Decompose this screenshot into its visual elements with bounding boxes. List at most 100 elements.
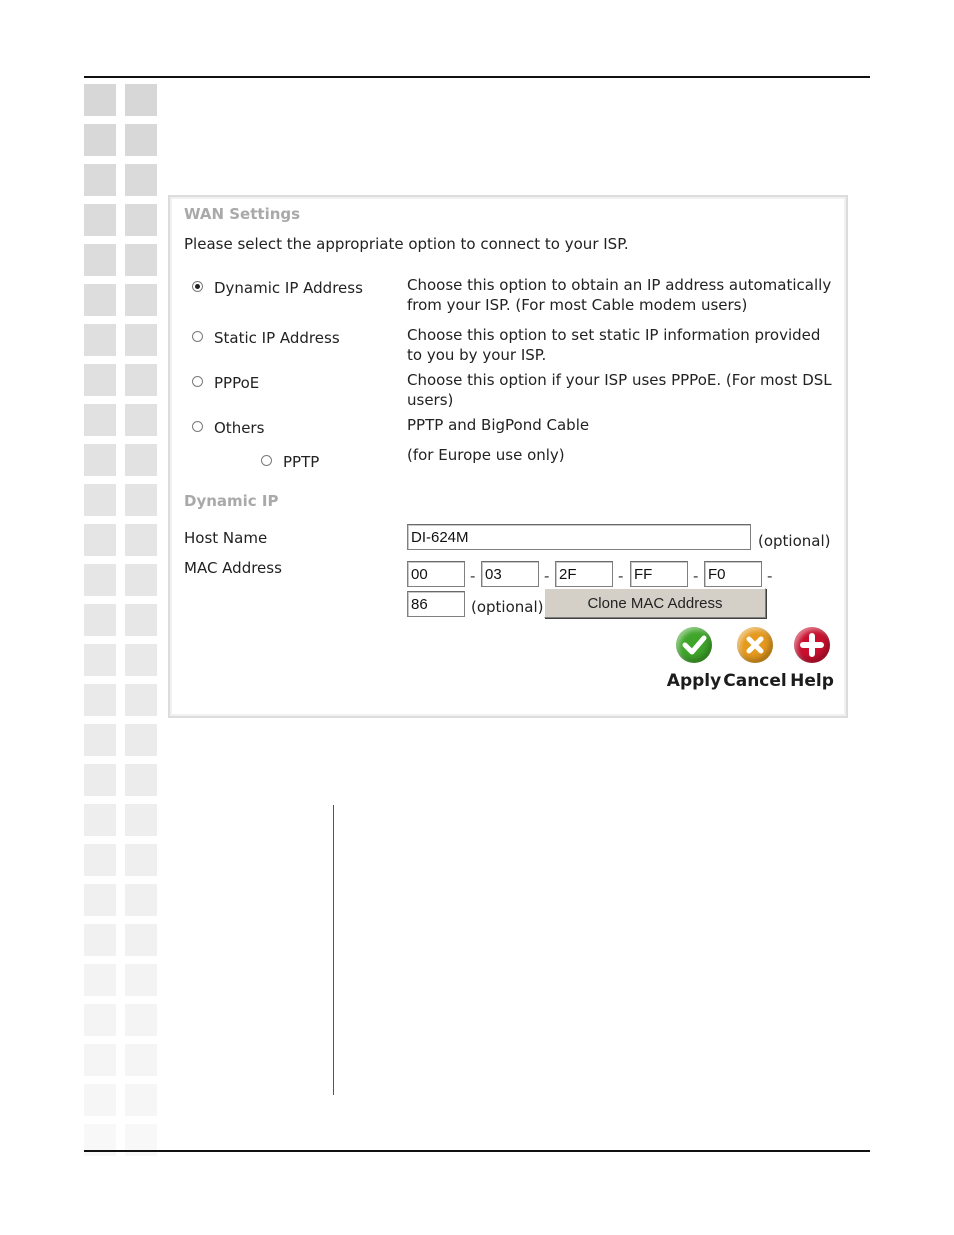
- decorative-tile: [84, 404, 116, 436]
- decorative-tile: [125, 1044, 157, 1076]
- mac-octet-3-input[interactable]: [555, 561, 613, 587]
- mac-octet-5-input[interactable]: [704, 561, 762, 587]
- plus-icon: [794, 627, 830, 663]
- decorative-tile: [125, 124, 157, 156]
- decorative-tile: [84, 804, 116, 836]
- apply-button[interactable]: Apply: [664, 627, 724, 691]
- decorative-tile: [125, 204, 157, 236]
- decorative-tile: [125, 884, 157, 916]
- wan-settings-title: WAN Settings: [184, 205, 301, 223]
- mac-octet-1-input[interactable]: [407, 561, 465, 587]
- x-icon: [737, 627, 773, 663]
- top-rule: [84, 76, 870, 78]
- radio-pppoe[interactable]: [192, 376, 203, 387]
- wan-settings-panel: WAN Settings Please select the appropria…: [168, 195, 848, 718]
- decorative-tile: [84, 524, 116, 556]
- decorative-tile: [84, 764, 116, 796]
- decorative-tile: [84, 724, 116, 756]
- decorative-tile: [125, 324, 157, 356]
- apply-label: Apply: [666, 671, 722, 691]
- decorative-tile: [84, 964, 116, 996]
- radio-static-ip[interactable]: [192, 331, 203, 342]
- mac-separator: -: [693, 567, 699, 585]
- radio-others[interactable]: [192, 421, 203, 432]
- decorative-tile: [125, 924, 157, 956]
- decorative-tile: [125, 804, 157, 836]
- decorative-tile: [84, 204, 116, 236]
- decorative-tile: [125, 284, 157, 316]
- decorative-tile: [84, 684, 116, 716]
- desc-pptp: (for Europe use only): [407, 446, 565, 464]
- decorative-tile: [125, 164, 157, 196]
- decorative-tile-column: [84, 84, 160, 1156]
- mac-octet-2-input[interactable]: [481, 561, 539, 587]
- decorative-tile: [125, 684, 157, 716]
- label-pppoe[interactable]: PPPoE: [214, 374, 259, 392]
- desc-pppoe: Choose this option if your ISP uses PPPo…: [407, 371, 832, 409]
- label-pptp[interactable]: PPTP: [283, 453, 319, 471]
- mac-separator: -: [544, 567, 550, 585]
- mac-octet-6-input[interactable]: [407, 591, 465, 617]
- label-static-ip[interactable]: Static IP Address: [214, 329, 340, 347]
- decorative-tile: [84, 364, 116, 396]
- decorative-tile: [125, 604, 157, 636]
- decorative-tile: [125, 564, 157, 596]
- host-name-optional: (optional): [758, 532, 831, 550]
- decorative-tile: [84, 124, 116, 156]
- decorative-tile: [125, 1084, 157, 1116]
- mac-optional: (optional): [471, 598, 544, 616]
- radio-dynamic-ip[interactable]: [192, 281, 203, 292]
- wan-instruction: Please select the appropriate option to …: [184, 235, 629, 253]
- decorative-tile: [84, 884, 116, 916]
- decorative-tile: [125, 724, 157, 756]
- decorative-tile: [84, 1004, 116, 1036]
- cancel-label: Cancel: [723, 671, 787, 691]
- decorative-tile: [84, 444, 116, 476]
- decorative-tile: [125, 524, 157, 556]
- radio-pptp[interactable]: [261, 455, 272, 466]
- decorative-tile: [84, 604, 116, 636]
- mac-separator: -: [767, 567, 773, 585]
- decorative-tile: [125, 404, 157, 436]
- help-label: Help: [790, 671, 834, 691]
- decorative-tile: [125, 1004, 157, 1036]
- decorative-tile: [84, 924, 116, 956]
- desc-others: PPTP and BigPond Cable: [407, 416, 590, 434]
- host-name-input[interactable]: [407, 524, 751, 550]
- label-dynamic-ip[interactable]: Dynamic IP Address: [214, 279, 363, 297]
- decorative-tile: [84, 284, 116, 316]
- decorative-tile: [84, 484, 116, 516]
- mac-octet-4-input[interactable]: [630, 561, 688, 587]
- desc-dynamic-ip: Choose this option to obtain an IP addre…: [407, 276, 832, 314]
- decorative-tile: [84, 84, 116, 116]
- decorative-tile: [84, 644, 116, 676]
- decorative-tile: [84, 1084, 116, 1116]
- decorative-tile: [125, 644, 157, 676]
- decorative-tile: [125, 484, 157, 516]
- decorative-tile: [125, 364, 157, 396]
- decorative-tile: [125, 964, 157, 996]
- decorative-tile: [125, 764, 157, 796]
- decorative-tile: [84, 1044, 116, 1076]
- desc-static-ip: Choose this option to set static IP info…: [407, 326, 821, 364]
- label-others[interactable]: Others: [214, 419, 264, 437]
- decorative-tile: [125, 844, 157, 876]
- help-button[interactable]: Help: [788, 627, 836, 691]
- vertical-divider: [333, 805, 334, 1095]
- decorative-tile: [125, 84, 157, 116]
- decorative-tile: [125, 244, 157, 276]
- decorative-tile: [84, 164, 116, 196]
- decorative-tile: [84, 324, 116, 356]
- clone-mac-address-button[interactable]: Clone MAC Address: [544, 588, 766, 618]
- decorative-tile: [125, 444, 157, 476]
- mac-separator: -: [470, 567, 476, 585]
- host-name-label: Host Name: [184, 529, 268, 547]
- dynamic-ip-title: Dynamic IP: [184, 492, 279, 510]
- check-icon: [676, 627, 712, 663]
- decorative-tile: [84, 244, 116, 276]
- mac-address-label: MAC Address: [184, 559, 282, 577]
- cancel-button[interactable]: Cancel: [723, 627, 787, 691]
- bottom-rule: [84, 1150, 870, 1152]
- decorative-tile: [84, 844, 116, 876]
- decorative-tile: [84, 564, 116, 596]
